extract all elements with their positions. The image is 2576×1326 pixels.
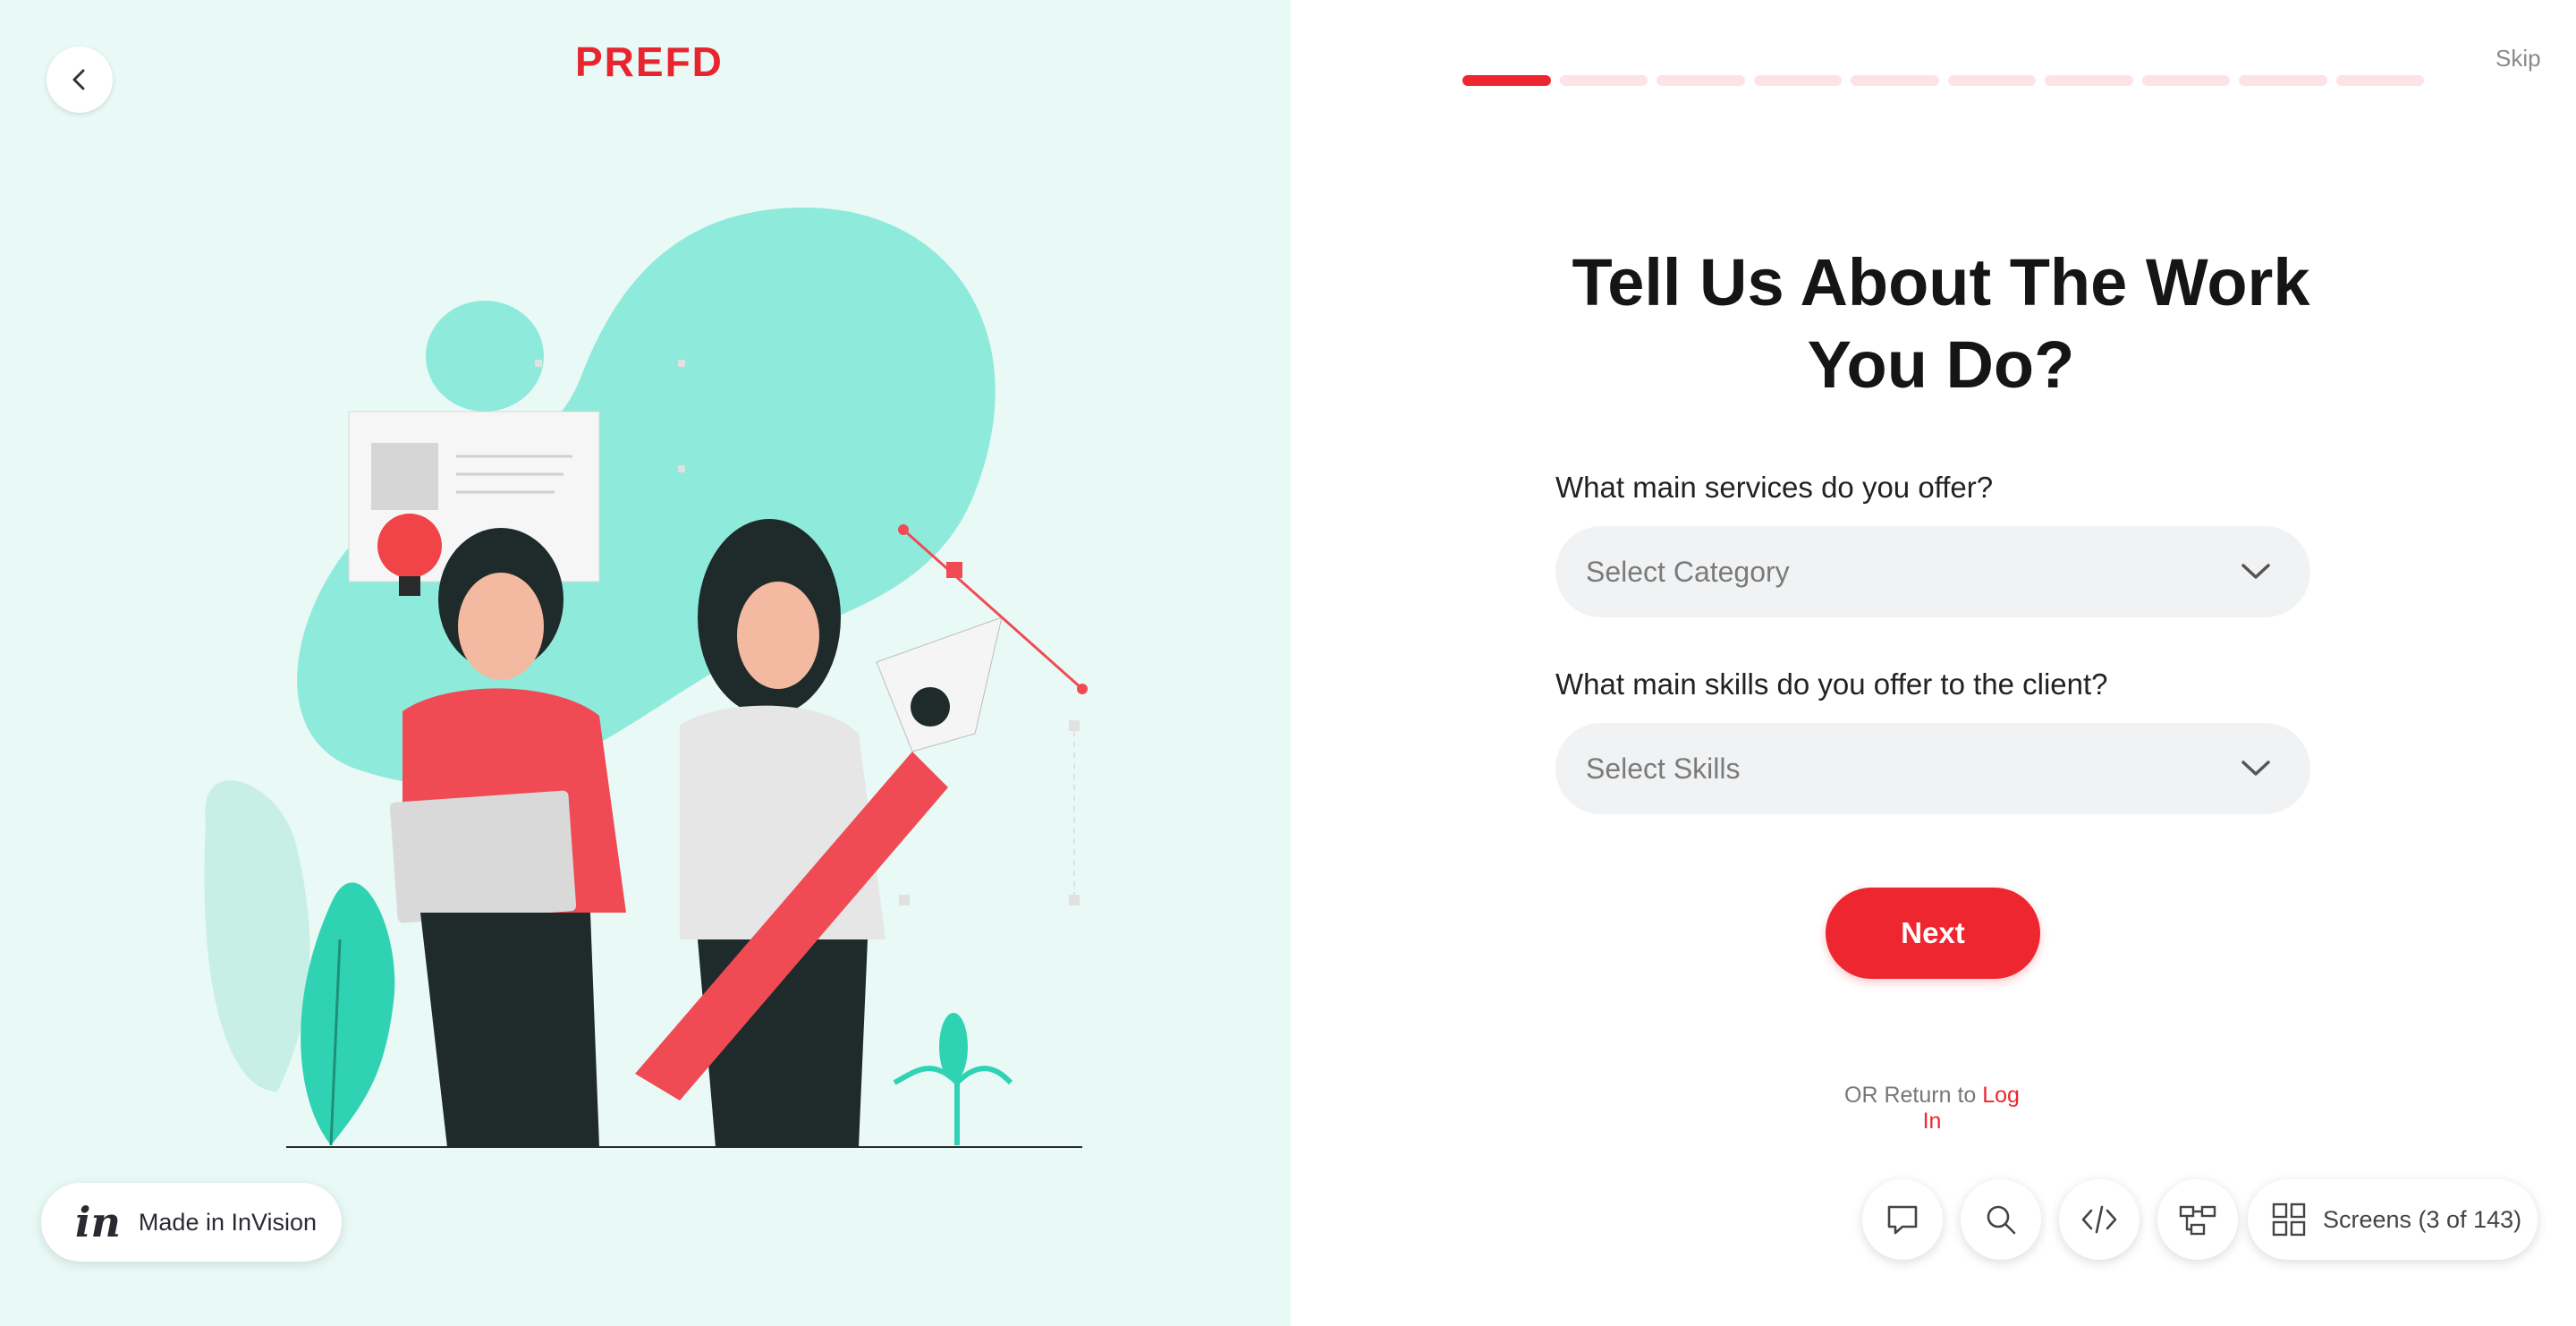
invision-icon: in: [75, 1198, 121, 1246]
progress-step: [1657, 75, 1745, 86]
progress-step: [1753, 75, 1842, 86]
grid-icon: [2272, 1203, 2306, 1237]
step-progress-bar: [1462, 75, 2424, 86]
comment-icon: [1887, 1205, 1918, 1235]
return-to-login: OR Return to Log In: [1834, 1083, 2030, 1135]
skills-label: What main skills do you offer to the cli…: [1555, 667, 2108, 701]
flow-icon: [2179, 1205, 2216, 1236]
progress-step: [2239, 75, 2327, 86]
skip-link[interactable]: Skip: [2496, 45, 2541, 72]
search-icon: [1987, 1205, 2016, 1235]
search-button[interactable]: [1961, 1179, 2041, 1260]
leaf-front: [301, 882, 395, 1145]
progress-step: [1947, 75, 2036, 86]
code-icon: [2081, 1205, 2117, 1234]
brand-logo: PREFD: [575, 38, 724, 85]
skills-placeholder: Select Skills: [1586, 752, 1741, 785]
lightbulb: [377, 514, 442, 578]
chevron-down-icon: [2241, 761, 2270, 776]
progress-step: [2141, 75, 2230, 86]
screens-label: Screens (3 of 143): [2323, 1205, 2522, 1233]
page-title-line1: Tell Us About The Work: [1572, 245, 2310, 319]
flow-button[interactable]: [2157, 1179, 2238, 1260]
page-title: Tell Us About The Work You Do?: [1521, 242, 2361, 406]
services-label: What main services do you offer?: [1555, 471, 1994, 504]
invision-badge-label: Made in InVision: [138, 1208, 318, 1236]
services-placeholder: Select Category: [1586, 555, 1790, 588]
illustration-panel: PREFD in Made in InVision: [0, 0, 1291, 1326]
back-button[interactable]: [47, 47, 113, 113]
progress-step: [2335, 75, 2424, 86]
leaf-back: [204, 780, 310, 1092]
page-title-line2: You Do?: [1807, 327, 2075, 402]
progress-step: [1462, 75, 1551, 86]
services-select[interactable]: Select Category: [1555, 526, 2310, 617]
skills-select[interactable]: Select Skills: [1555, 723, 2310, 814]
comment-button[interactable]: [1862, 1179, 1943, 1260]
chevron-down-icon: [2241, 564, 2270, 579]
made-in-invision-badge[interactable]: in Made in InVision: [41, 1183, 342, 1262]
chevron-left-icon: [72, 69, 85, 90]
screens-button[interactable]: Screens (3 of 143): [2248, 1179, 2538, 1260]
code-button[interactable]: [2059, 1179, 2140, 1260]
hero-illustration: [204, 208, 1088, 1148]
progress-step: [1851, 75, 1939, 86]
progress-step: [1559, 75, 1648, 86]
next-button[interactable]: Next: [1826, 888, 2040, 979]
small-blob: [426, 301, 544, 412]
progress-step: [2045, 75, 2133, 86]
return-prefix: OR Return to: [1844, 1083, 1977, 1108]
